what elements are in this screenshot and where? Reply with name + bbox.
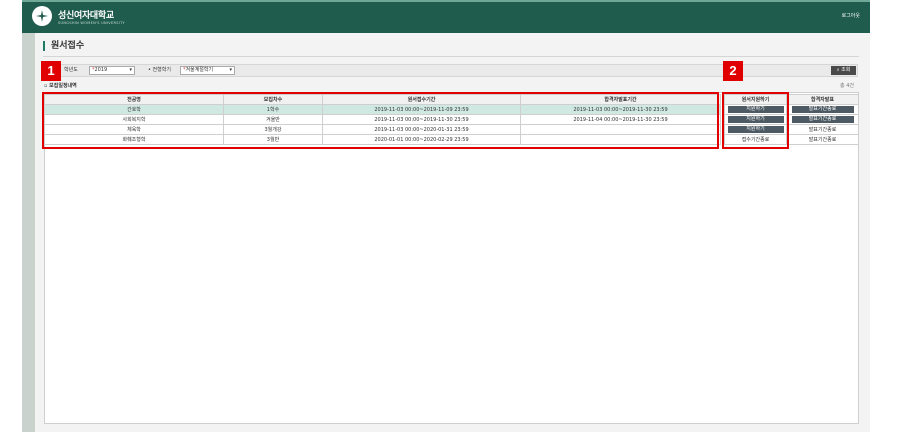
year-label: 학년도 — [64, 67, 78, 73]
year-value: 2019 — [94, 67, 108, 73]
result-cell: 발표기간종료 — [786, 114, 859, 125]
header-stripe — [22, 0, 870, 2]
section-label: ▫ 모집일정내역 — [44, 83, 77, 89]
search-button-label: 조회 — [841, 67, 851, 73]
brand-name: 성신여자대학교 — [58, 11, 114, 21]
annotation-box-2 — [722, 92, 789, 149]
term-select[interactable]: *겨울계절학기 ▾ — [180, 66, 235, 75]
annotation-badge-1: 1 — [41, 61, 61, 81]
term-label: • 전형학기 — [148, 67, 171, 73]
search-icon: ⌕ — [836, 67, 840, 73]
year-select[interactable]: *2019 ▾ — [89, 66, 135, 75]
left-sidebar — [22, 33, 35, 432]
result-status-text: 발표기간종료 — [808, 127, 837, 133]
logout-link[interactable]: 로그아웃 — [842, 12, 860, 19]
page-title: 원서접수 — [43, 41, 84, 51]
result-status-button[interactable]: 발표기간종료 — [791, 116, 854, 123]
search-button[interactable]: ⌕ 조회 — [831, 66, 856, 75]
result-cell: 발표기간종료 — [786, 124, 859, 135]
annotation-badge-2: 2 — [723, 61, 743, 81]
top-header: 성신여자대학교 SUNGSHIN WOMEN'S UNIVERSITY 로그아웃 — [22, 0, 870, 33]
section-label-text: 모집일정내역 — [49, 83, 77, 89]
university-logo-icon[interactable] — [32, 6, 52, 26]
chevron-down-icon: ▾ — [129, 67, 132, 73]
annotation-box-1 — [42, 92, 719, 149]
result-status-text: 발표기간종료 — [808, 137, 837, 143]
result-cell: 발표기간종료 — [786, 104, 859, 115]
result-status-button[interactable]: 발표기간종료 — [791, 106, 854, 113]
title-divider — [43, 56, 859, 57]
record-count: 총 4건 — [840, 83, 854, 89]
brand-subtitle: SUNGSHIN WOMEN'S UNIVERSITY — [58, 21, 125, 25]
term-value: 겨울계절학기 — [185, 67, 214, 73]
col-header-result: 합격자발표 — [786, 94, 859, 105]
result-cell: 발표기간종료 — [786, 134, 859, 145]
chevron-down-icon: ▾ — [229, 67, 232, 73]
